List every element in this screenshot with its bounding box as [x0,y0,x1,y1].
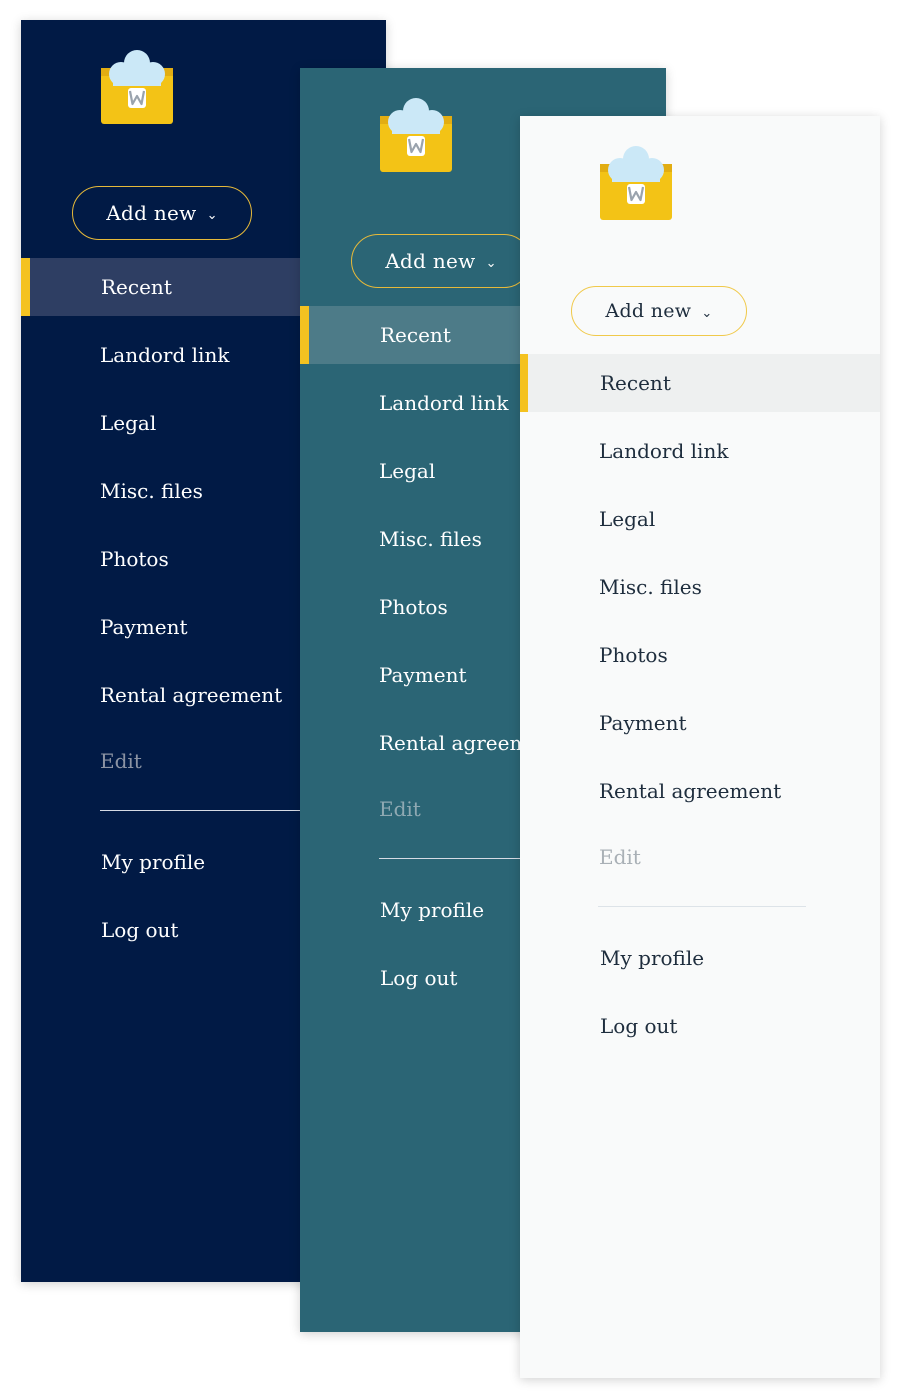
add-new-button[interactable]: Add new ⌄ [72,186,252,240]
chevron-down-icon: ⌄ [206,207,218,223]
nav-item-my-profile[interactable]: My profile [520,929,880,987]
sidebar-light: Add new ⌄ Recent Landord link Legal Misc… [520,116,880,1378]
add-new-label: Add new [106,201,197,225]
chevron-down-icon: ⌄ [701,305,713,321]
nav-item-log-out[interactable]: Log out [520,997,880,1055]
add-new-button[interactable]: Add new ⌄ [351,234,531,288]
nav-item-payment[interactable]: Payment [520,694,880,752]
nav-item-rental-agreement[interactable]: Rental agreement [520,762,880,820]
nav-item-legal[interactable]: Legal [520,490,880,548]
add-new-button[interactable]: Add new ⌄ [571,286,747,336]
sidebar-nav: Recent Landord link Legal Misc. files Ph… [520,354,880,1065]
folder-cloud-logo-icon[interactable] [378,98,454,174]
add-new-label: Add new [385,249,476,273]
nav-item-edit[interactable]: Edit [520,830,880,884]
folder-cloud-logo-icon[interactable] [598,146,674,222]
nav-item-recent[interactable]: Recent [520,354,880,412]
nav-item-photos[interactable]: Photos [520,626,880,684]
folder-cloud-logo-icon[interactable] [99,50,175,126]
chevron-down-icon: ⌄ [485,255,497,271]
divider [598,906,806,907]
add-new-label: Add new [605,300,692,322]
nav-item-landlord-link[interactable]: Landord link [520,422,880,480]
nav-item-misc-files[interactable]: Misc. files [520,558,880,616]
divider [100,810,320,811]
